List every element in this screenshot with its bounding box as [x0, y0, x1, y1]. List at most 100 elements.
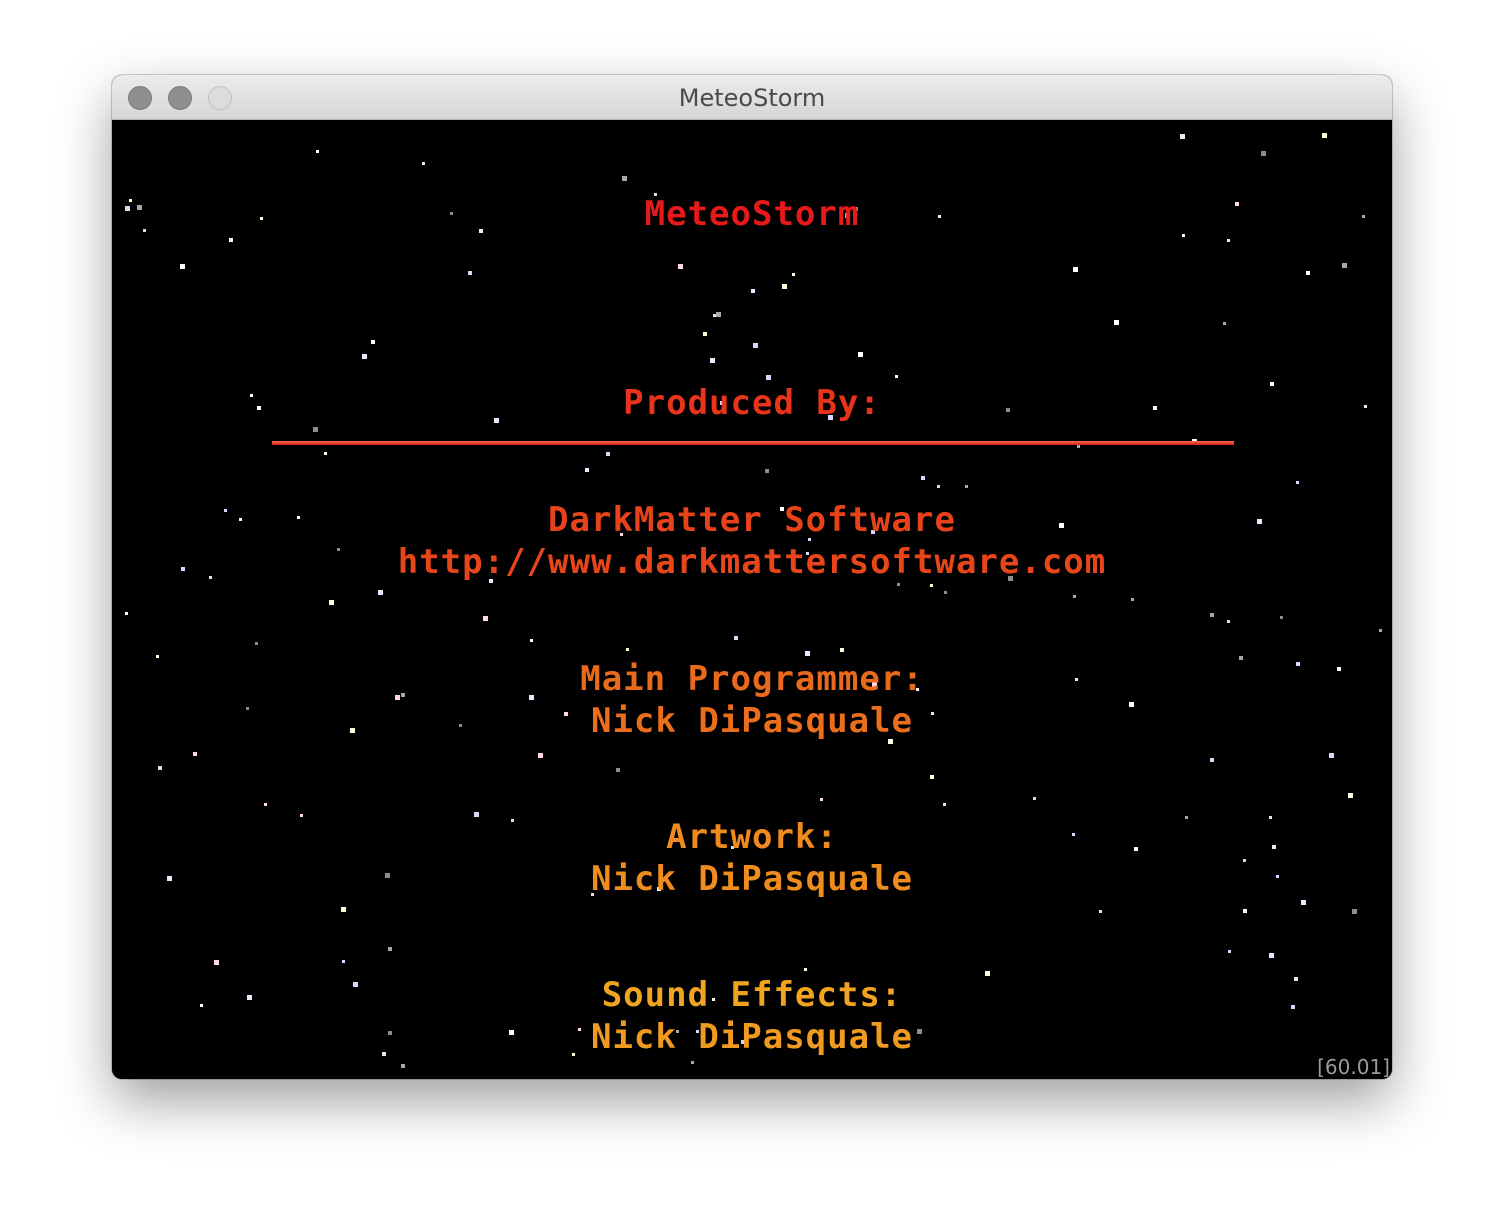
- star: [944, 591, 947, 594]
- star: [703, 332, 707, 336]
- star: [606, 452, 610, 456]
- star: [943, 803, 946, 806]
- star: [483, 616, 488, 621]
- star: [840, 648, 844, 652]
- star: [930, 775, 934, 779]
- star: [626, 648, 629, 651]
- star: [585, 468, 589, 472]
- star: [401, 1064, 405, 1068]
- star: [1261, 151, 1266, 156]
- star: [530, 639, 533, 642]
- star: [329, 600, 334, 605]
- star: [422, 162, 425, 165]
- star: [1077, 445, 1080, 448]
- star: [782, 284, 787, 289]
- star: [1099, 910, 1102, 913]
- star: [125, 612, 128, 615]
- star: [1073, 595, 1076, 598]
- star: [1228, 950, 1231, 953]
- star: [1227, 620, 1230, 623]
- star: [324, 452, 327, 455]
- star: [1243, 909, 1247, 913]
- star: [1131, 598, 1134, 601]
- star: [734, 636, 738, 640]
- star: [1348, 793, 1353, 798]
- window-title: MeteoStorm: [678, 84, 826, 112]
- star: [1322, 133, 1327, 138]
- star: [371, 340, 375, 344]
- star: [1352, 909, 1357, 914]
- star: [1227, 239, 1230, 242]
- starfield: [112, 120, 1392, 1079]
- star: [214, 960, 219, 965]
- sound-effects-name: Nick DiPasquale: [590, 1017, 914, 1057]
- star: [1280, 616, 1283, 619]
- star: [895, 375, 898, 378]
- star: [1296, 481, 1299, 484]
- star: [1073, 267, 1078, 272]
- star: [751, 289, 755, 293]
- star: [937, 485, 940, 488]
- star: [965, 485, 968, 488]
- star: [1180, 134, 1185, 139]
- star: [710, 358, 715, 363]
- star: [1329, 753, 1334, 758]
- star: [820, 798, 823, 801]
- artwork-label: Artwork:: [666, 817, 838, 857]
- star: [1223, 322, 1226, 325]
- star: [313, 427, 318, 432]
- star: [765, 469, 769, 473]
- star: [1301, 900, 1306, 905]
- star: [1379, 629, 1382, 632]
- star: [897, 583, 900, 586]
- star: [804, 968, 807, 971]
- title-bar[interactable]: MeteoStorm: [112, 75, 1392, 120]
- star: [1033, 797, 1036, 800]
- star: [1114, 320, 1119, 325]
- producer-name: DarkMatter Software: [548, 500, 956, 540]
- star: [713, 314, 716, 317]
- credits-divider: [272, 441, 1234, 445]
- star: [158, 766, 162, 770]
- star: [1210, 758, 1214, 762]
- star: [316, 150, 319, 153]
- star: [616, 768, 620, 772]
- star: [388, 947, 392, 951]
- star: [753, 343, 758, 348]
- star: [468, 271, 472, 275]
- game-canvas[interactable]: MeteoStorm Produced By: DarkMatter Softw…: [112, 120, 1392, 1079]
- star: [1210, 613, 1214, 617]
- game-title: MeteoStorm: [644, 194, 860, 234]
- star: [180, 264, 185, 269]
- star: [264, 803, 267, 806]
- star: [362, 354, 367, 359]
- star: [930, 584, 933, 587]
- sound-effects-label: Sound Effects:: [601, 975, 903, 1015]
- star: [229, 238, 233, 242]
- star: [622, 176, 627, 181]
- fps-readout: [60.01]: [1317, 1055, 1390, 1079]
- producer-url: http://www.darkmattersoftware.com: [397, 542, 1107, 582]
- main-programmer-label: Main Programmer:: [580, 659, 924, 699]
- main-programmer-name: Nick DiPasquale: [590, 701, 914, 741]
- star: [341, 907, 346, 912]
- produced-by-label: Produced By:: [623, 383, 881, 423]
- star: [921, 476, 925, 480]
- star: [342, 960, 345, 963]
- star: [792, 273, 795, 276]
- star: [1269, 953, 1274, 958]
- star: [858, 352, 863, 357]
- star: [691, 1061, 694, 1064]
- star: [538, 753, 543, 758]
- star: [378, 590, 383, 595]
- star: [193, 752, 197, 756]
- star: [255, 642, 258, 645]
- star: [1342, 263, 1347, 268]
- star: [716, 312, 721, 317]
- star: [1306, 271, 1310, 275]
- star: [678, 264, 683, 269]
- artwork-name: Nick DiPasquale: [590, 859, 914, 899]
- star: [766, 375, 771, 380]
- game-window: MeteoStorm MeteoStorm Produced By: DarkM…: [112, 75, 1392, 1079]
- star: [805, 651, 810, 656]
